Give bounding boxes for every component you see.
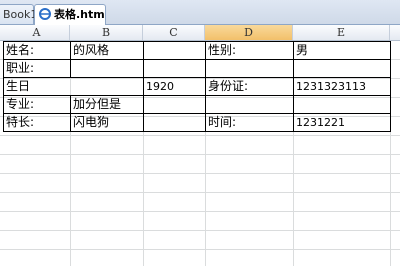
cell-id-label[interactable]: 身份证: <box>205 77 294 96</box>
column-header-a[interactable]: A <box>4 25 70 40</box>
table-row: 特长: 闪电狗 时间: 1231221 <box>3 113 391 132</box>
cell-occupation-label[interactable]: 职业: <box>3 59 71 78</box>
cell-empty[interactable] <box>293 95 391 114</box>
table-row: 生日 1920 身份证: 1231323113 <box>3 77 391 96</box>
cell-major-label[interactable]: 专业: <box>3 95 71 114</box>
cell-gender-value[interactable]: 男 <box>293 41 391 60</box>
column-header-c[interactable]: C <box>143 25 205 40</box>
cell-name-label[interactable]: 姓名: <box>3 41 71 60</box>
cell-id-value[interactable]: 1231323113 <box>293 77 391 96</box>
cell-empty[interactable] <box>143 113 206 132</box>
tab-label: Book1 <box>3 8 38 21</box>
cell-name-value[interactable]: 的风格 <box>70 41 144 60</box>
column-header-b[interactable]: B <box>70 25 143 40</box>
cell-birthday-value[interactable]: 1920 <box>143 77 206 96</box>
cell-gender-label[interactable]: 性别: <box>205 41 294 60</box>
table-row: 职业: <box>3 59 391 78</box>
cell-empty[interactable] <box>143 95 206 114</box>
cell-occupation-value[interactable] <box>70 59 144 78</box>
cell-empty[interactable] <box>143 59 206 78</box>
cell-empty[interactable] <box>205 59 294 78</box>
cell-empty[interactable] <box>293 59 391 78</box>
form-table: 姓名: 的风格 性别: 男 职业: 生日 1920 身份证: 123132311… <box>3 41 391 132</box>
worksheet-grid[interactable]: 姓名: 的风格 性别: 男 职业: 生日 1920 身份证: 123132311… <box>0 41 400 266</box>
column-headers: A B C D E <box>0 25 400 41</box>
cell-time-value[interactable]: 1231221 <box>293 113 391 132</box>
cell-empty[interactable] <box>205 95 294 114</box>
cell-empty[interactable] <box>143 41 206 60</box>
cell-specialty-label[interactable]: 特长: <box>3 113 71 132</box>
column-header-d[interactable]: D <box>205 25 293 40</box>
column-header-e[interactable]: E <box>293 25 390 40</box>
tab-html-file[interactable]: 表格.htm <box>34 4 106 25</box>
ie-icon <box>39 8 51 20</box>
cell-time-label[interactable]: 时间: <box>205 113 294 132</box>
tab-label: 表格.htm <box>54 8 105 21</box>
sheet-tab-strip: Book1 表格.htm <box>0 0 400 25</box>
table-row: 专业: 加分但是 <box>3 95 391 114</box>
tab-book1[interactable]: Book1 <box>0 4 38 24</box>
table-row: 姓名: 的风格 性别: 男 <box>3 41 391 60</box>
cell-specialty-value[interactable]: 闪电狗 <box>70 113 144 132</box>
cell-birthday-label[interactable]: 生日 <box>3 77 144 96</box>
cell-major-value[interactable]: 加分但是 <box>70 95 144 114</box>
